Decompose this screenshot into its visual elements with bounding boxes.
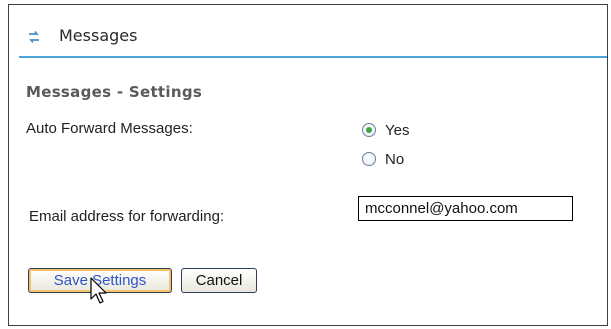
mouse-cursor-icon [90,277,107,304]
section-title: Messages - Settings [26,83,203,101]
cancel-button[interactable]: Cancel [181,268,257,293]
radio-yes-label: Yes [385,121,410,139]
header-divider [19,56,607,58]
radio-no-label: No [385,150,405,168]
panel-header: Messages [9,5,607,58]
settings-panel: Messages Messages - Settings Auto Forwar… [8,4,608,326]
radio-no-button[interactable] [362,152,376,166]
page-title: Messages [59,26,138,45]
auto-forward-label: Auto Forward Messages: [26,120,193,137]
radio-yes[interactable]: Yes [362,120,409,140]
email-forward-input[interactable] [358,196,573,221]
email-forward-label: Email address for forwarding: [29,208,225,225]
radio-yes-button[interactable] [362,123,376,137]
radio-no[interactable]: No [362,149,404,169]
refresh-arrows-icon [29,30,39,44]
